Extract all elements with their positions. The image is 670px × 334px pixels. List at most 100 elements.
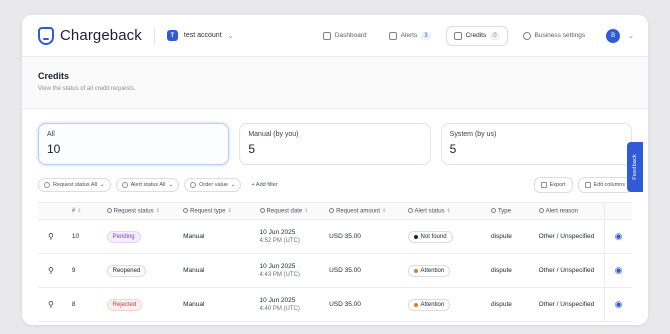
alert-status-badge: Attention <box>407 264 451 277</box>
table-header: # ⇕ Request status ⇕ Request type ⇕ Request… <box>38 202 632 220</box>
amount-icon <box>329 207 335 213</box>
row-time: 4:52 PM (UTC) <box>259 238 300 244</box>
row-id: 9 <box>71 267 76 274</box>
top-bar: Chargeback T test account ⌄ Dashboard Al… <box>22 15 648 57</box>
card-manual[interactable]: Manual (by you) 5 <box>239 123 431 165</box>
pulse-icon <box>407 207 413 213</box>
sort-icon: ⇕ <box>382 208 387 215</box>
divider <box>153 26 155 45</box>
card-value: 5 <box>248 142 256 156</box>
chevron-down-icon: ⌄ <box>230 182 236 188</box>
row-date: 10 Jun 2025 <box>259 297 296 304</box>
account-switcher[interactable]: T test account ⌄ <box>166 30 234 41</box>
add-filter-button[interactable]: + Add filter <box>246 179 282 191</box>
eye-icon[interactable]: ◉ <box>615 299 623 310</box>
pin-icon[interactable]: ⚲ <box>48 232 54 241</box>
app-window: Chargeback T test account ⌄ Dashboard Al… <box>22 15 648 325</box>
alert-status-badge: Attention <box>407 298 451 311</box>
nav-alerts[interactable]: Alerts 3 <box>382 27 438 45</box>
chevron-down-icon[interactable]: ⌄ <box>628 32 634 40</box>
avatar[interactable]: B <box>606 28 621 43</box>
home-icon <box>322 31 331 40</box>
card-system[interactable]: System (by us) 5 <box>440 123 632 165</box>
table-row[interactable]: ⚲ 9 Reopened Manual 10 Jun 2025 4:43 PM (… <box>38 254 632 288</box>
filter-alert-status[interactable]: Alert status All ⌄ <box>115 178 180 192</box>
status-icon <box>106 207 112 213</box>
nav-business-settings[interactable]: Business settings <box>516 27 593 45</box>
column-id[interactable]: # ⇕ <box>72 208 107 214</box>
reason-icon <box>538 207 544 213</box>
column-label: # <box>71 208 76 214</box>
column-request-date[interactable]: Request date ⇕ <box>259 207 330 215</box>
page-header: Credits View the status of all credit re… <box>22 57 648 109</box>
button-label: Edit columns <box>593 182 626 188</box>
main-nav: Dashboard Alerts 3 Credits 0 Business se… <box>316 25 634 46</box>
alert-status-label: Attention <box>420 267 445 274</box>
filter-bar: Request status All ⌄ Alert status All ⌄ … <box>22 165 648 193</box>
status-dot <box>413 268 418 273</box>
row-kind: dispute <box>490 233 512 240</box>
row-type: Manual <box>183 233 205 240</box>
bell-icon <box>388 31 397 40</box>
filter-request-status[interactable]: Request status All ⌄ <box>38 178 111 192</box>
feedback-label: Feedback <box>632 154 638 180</box>
column-label: Request status <box>113 208 154 215</box>
status-badge: Pending <box>106 230 141 243</box>
nav-label: Alerts <box>400 32 418 39</box>
edit-columns-button[interactable]: Edit columns <box>577 177 632 193</box>
row-kind: dispute <box>490 301 512 308</box>
pin-icon[interactable]: ⚲ <box>48 266 54 275</box>
status-badge: Rejected <box>106 298 143 311</box>
row-date: 10 Jun 2025 <box>259 229 296 236</box>
card-all[interactable]: All 10 <box>38 123 230 165</box>
column-type[interactable]: Type <box>490 207 539 214</box>
card-value: 10 <box>47 142 61 156</box>
feedback-tab[interactable]: Feedback <box>627 142 643 192</box>
sort-icon: ⇕ <box>304 208 309 215</box>
filter-order-value[interactable]: Order value ⌄ <box>184 178 242 192</box>
column-alert-reason[interactable]: Alert reason <box>538 207 605 215</box>
card-label: All <box>47 131 55 138</box>
eye-icon[interactable]: ◉ <box>615 231 623 242</box>
nav-credits[interactable]: Credits 0 <box>445 25 508 46</box>
column-request-type[interactable]: Request type ⇕ <box>183 207 259 215</box>
chevron-down-icon: ⌄ <box>168 182 174 188</box>
card-label: System (by us) <box>449 131 497 138</box>
column-alert-status[interactable]: Alert status ⇕ <box>407 207 491 215</box>
alert-status-label: Not found <box>420 233 447 240</box>
logo[interactable]: Chargeback <box>38 26 142 45</box>
pin-icon[interactable]: ⚲ <box>48 300 54 309</box>
type-icon <box>183 207 189 213</box>
calendar-icon <box>259 207 265 213</box>
status-dot <box>413 234 418 239</box>
nav-dashboard[interactable]: Dashboard <box>316 27 374 45</box>
sort-icon: ⇕ <box>446 208 451 215</box>
eye-icon[interactable]: ◉ <box>615 265 623 276</box>
row-reason: Other / Unspecified <box>538 267 595 274</box>
filter-icon <box>190 182 197 188</box>
status-dot <box>413 302 418 307</box>
column-label: Alert status <box>414 208 445 215</box>
column-request-amount[interactable]: Request amount ⇕ <box>329 207 407 215</box>
filter-label: Order value <box>199 182 228 188</box>
row-reason: Other / Unspecified <box>538 233 595 240</box>
table-row[interactable]: ⚲ 8 Rejected Manual 10 Jun 2025 4:40 PM (… <box>38 288 632 322</box>
column-label: Alert reason <box>545 208 578 215</box>
button-label: Export <box>549 182 566 188</box>
alert-status-badge: Not found <box>407 230 453 243</box>
column-request-status[interactable]: Request status ⇕ <box>106 207 183 215</box>
table-actions: Export Edit columns <box>533 177 632 193</box>
app-name: Chargeback <box>60 27 142 44</box>
column-label: Request amount <box>336 208 381 215</box>
row-time: 4:40 PM (UTC) <box>259 306 300 312</box>
alerts-count-badge: 3 <box>421 31 431 40</box>
tag-icon <box>490 207 496 213</box>
sort-icon: ⇕ <box>227 208 232 215</box>
filter-label: Request status All <box>53 182 98 188</box>
export-button[interactable]: Export <box>533 177 573 193</box>
table-row[interactable]: ⚲ 10 Pending Manual 10 Jun 2025 4:52 PM (… <box>38 220 632 254</box>
row-amount: USD 35.00 <box>329 301 361 308</box>
gear-icon <box>522 31 531 40</box>
columns-icon <box>584 182 591 188</box>
chargeback-logo-icon <box>38 26 54 45</box>
